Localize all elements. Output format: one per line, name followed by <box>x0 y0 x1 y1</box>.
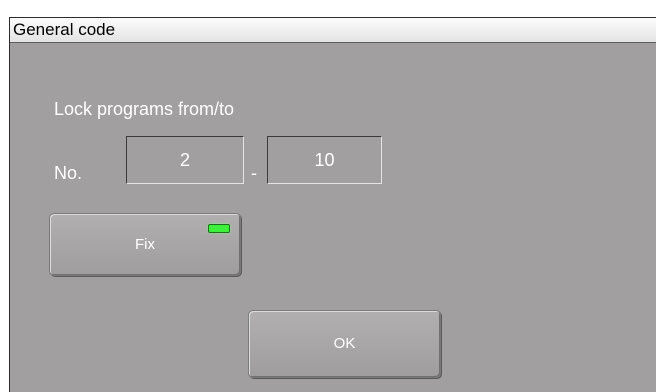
window-title: General code <box>13 20 116 39</box>
fix-indicator-led-icon <box>208 224 230 233</box>
ok-button[interactable]: OK <box>248 310 441 378</box>
title-bar: General code <box>10 18 656 43</box>
fix-button[interactable]: Fix <box>49 213 241 276</box>
general-code-dialog: General code Lock programs from/to No. 2… <box>9 17 656 392</box>
program-number-label: No. <box>54 163 83 183</box>
lock-programs-heading: Lock programs from/to <box>54 99 235 119</box>
from-program-field[interactable]: 2 <box>126 136 244 184</box>
to-program-field[interactable]: 10 <box>267 136 382 184</box>
ok-button-label: OK <box>333 335 356 352</box>
range-separator: - <box>251 163 257 183</box>
fix-button-label: Fix <box>135 236 155 253</box>
